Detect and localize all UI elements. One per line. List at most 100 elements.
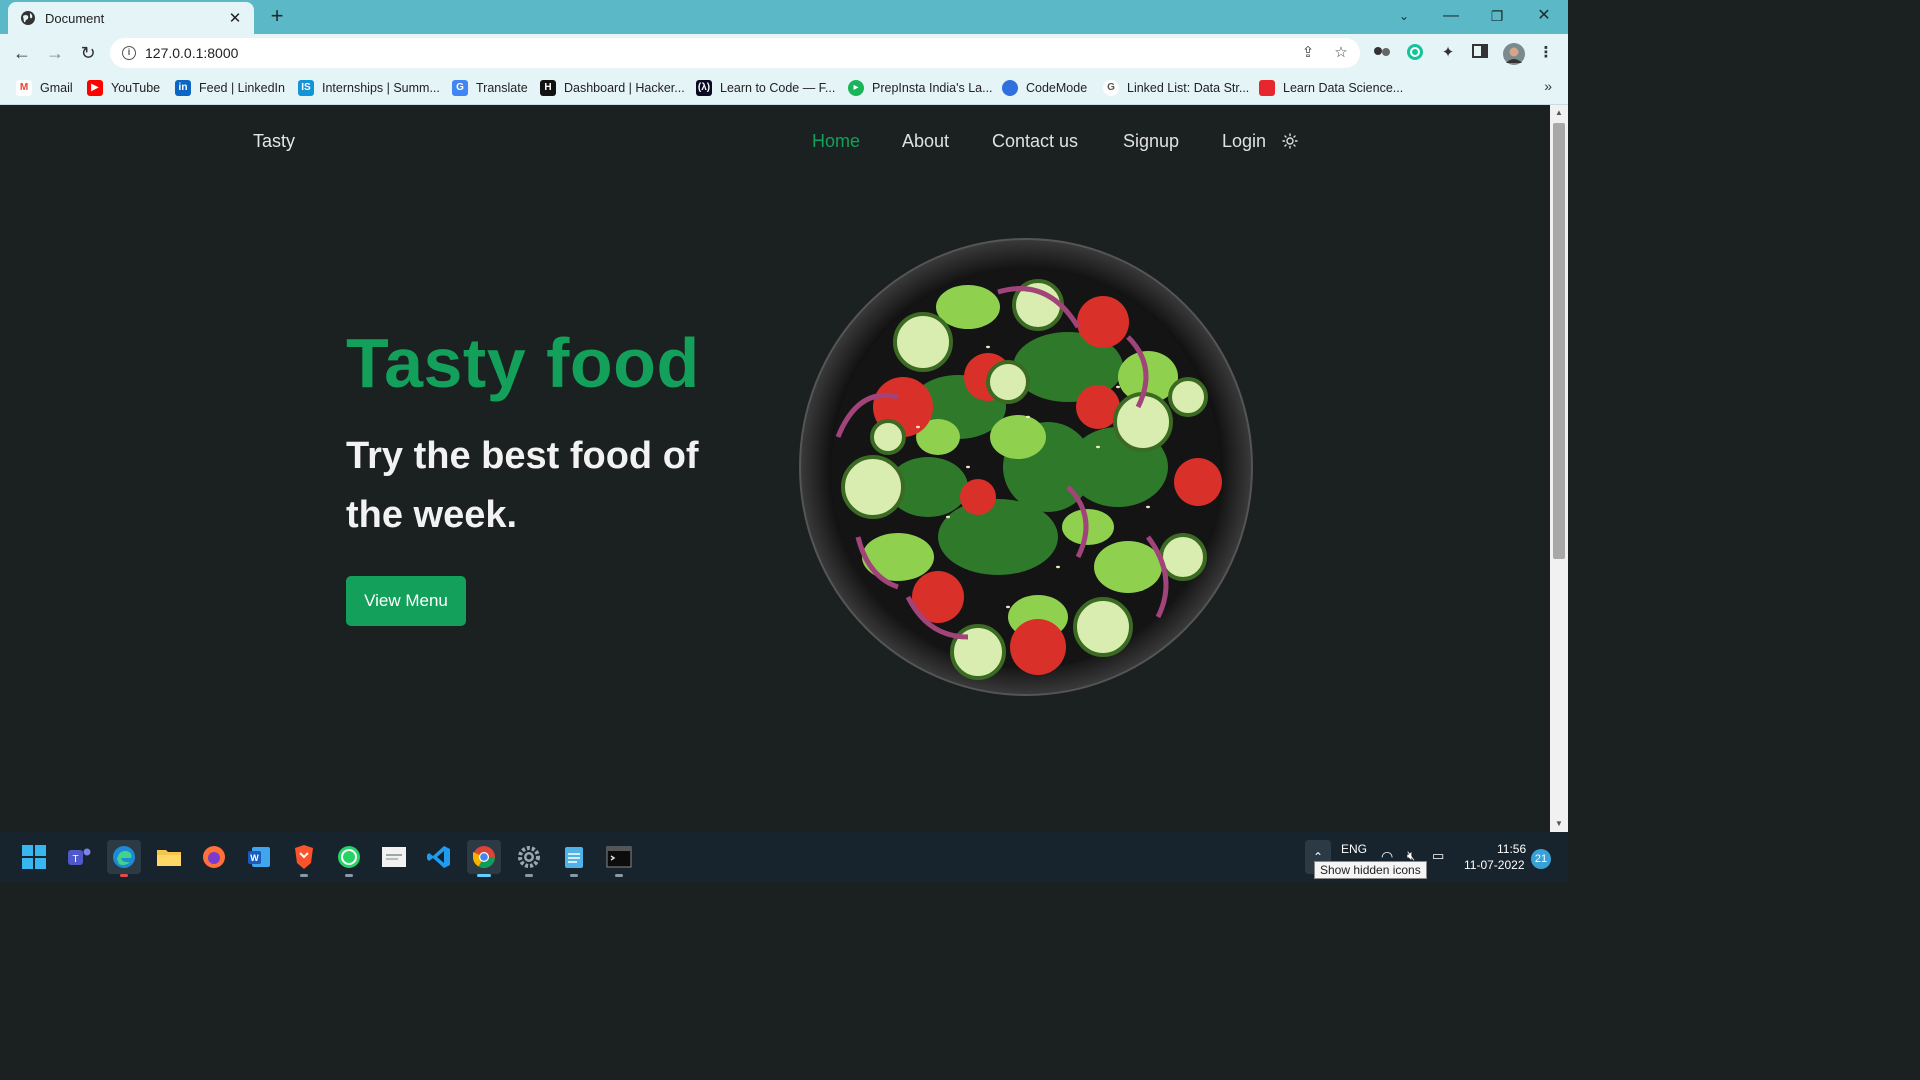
windows-start-icon[interactable] (17, 840, 51, 874)
tab-search-chevron-icon[interactable]: ⌄ (1389, 4, 1419, 28)
minimize-icon[interactable]: — (1436, 4, 1466, 28)
bookmark-prepinsta[interactable]: ▸ PrepInsta India's La... (848, 78, 993, 98)
teams-logo: T (68, 848, 91, 865)
bookmark-label: Learn Data Science... (1283, 81, 1404, 95)
grammarly-icon[interactable] (1405, 43, 1425, 63)
salad-bowl-image (799, 238, 1253, 696)
bookmark-star-icon[interactable]: ☆ (1331, 43, 1351, 63)
grammarly-logo (1407, 44, 1423, 60)
bookmark-freecodecamp[interactable]: (λ) Learn to Code — F... (696, 78, 835, 98)
profile-avatar[interactable] (1503, 43, 1525, 65)
web-page: Tasty Home About Contact us Signup Login… (0, 105, 1550, 832)
whatsapp-icon[interactable] (332, 840, 366, 877)
google-icon: G (1103, 80, 1119, 96)
site-logo[interactable]: Tasty (253, 131, 295, 152)
bookmark-label: YouTube (111, 81, 161, 95)
gmail-icon: M (16, 80, 32, 96)
file-explorer-icon[interactable] (152, 840, 186, 874)
linkedin-icon: in (175, 80, 191, 96)
site-info-icon[interactable]: i (122, 46, 136, 60)
menu-kebab-icon[interactable]: ⋮ (1536, 43, 1556, 63)
window-close-icon[interactable]: ✕ (1529, 4, 1559, 28)
folder-logo (157, 850, 181, 866)
share-icon[interactable]: ⇪ (1298, 43, 1318, 63)
clock-time[interactable]: 11:56 (1497, 842, 1526, 856)
extension-icon[interactable] (1372, 43, 1392, 63)
notification-count-badge[interactable]: 21 (1531, 849, 1551, 869)
firefox-icon[interactable] (197, 840, 231, 874)
tab-document[interactable]: Document ✕ (8, 2, 254, 34)
document-thumbnail-logo (382, 847, 406, 867)
clock-date[interactable]: 11-07-2022 (1464, 858, 1525, 872)
nav-home[interactable]: Home (812, 131, 860, 152)
view-menu-button[interactable]: View Menu (346, 576, 466, 626)
teams-icon[interactable]: T (62, 840, 96, 874)
scroll-thumb[interactable] (1553, 123, 1565, 559)
url-input[interactable] (145, 43, 1245, 63)
restore-icon[interactable]: ❐ (1482, 4, 1512, 28)
hero-subtitle: Try the best food of the week. (346, 435, 699, 536)
word-logo: W (248, 847, 270, 867)
globe-icon (21, 11, 35, 25)
tab-close-icon[interactable]: ✕ (226, 9, 244, 27)
bookmark-label: Translate (476, 81, 528, 95)
bookmark-linkedin[interactable]: in Feed | LinkedIn (175, 78, 285, 98)
translate-icon: G (452, 80, 468, 96)
nav-contact[interactable]: Contact us (992, 131, 1078, 152)
theme-toggle-sun-icon[interactable] (1282, 133, 1298, 149)
bookmark-translate[interactable]: G Translate (452, 78, 528, 98)
address-bar[interactable]: i ⇪ ☆ (110, 38, 1360, 68)
bookmark-hackerrank[interactable]: H Dashboard | Hacker... (540, 78, 685, 98)
brave-logo (295, 845, 313, 869)
page-scrollbar[interactable]: ▲ ▼ (1550, 105, 1568, 832)
freecodecamp-icon: (λ) (696, 80, 712, 96)
youtube-icon: ▶ (87, 80, 103, 96)
bookmark-linked-list[interactable]: G Linked List: Data Str... (1103, 78, 1249, 98)
terminal-logo (606, 846, 632, 868)
forward-icon[interactable]: → (43, 42, 67, 66)
document-thumbnail-icon[interactable] (377, 840, 411, 874)
bookmark-codemode[interactable]: CodeMode (1002, 78, 1087, 98)
datascience-icon (1259, 80, 1275, 96)
bookmark-label: Feed | LinkedIn (199, 81, 285, 95)
bookmark-gmail[interactable]: M Gmail (16, 78, 73, 98)
battery-icon[interactable]: ▭ (1432, 848, 1444, 864)
nav-signup[interactable]: Signup (1123, 131, 1179, 152)
vscode-icon[interactable] (422, 840, 456, 874)
svg-text:T: T (72, 854, 78, 865)
bookmark-internshala[interactable]: IS Internships | Summ... (298, 78, 440, 98)
tab-title: Document (45, 10, 105, 26)
prepinsta-icon: ▸ (848, 80, 864, 96)
reload-icon[interactable]: ↻ (76, 42, 100, 66)
bookmark-label: Gmail (40, 81, 73, 95)
notepad-icon[interactable] (557, 840, 591, 877)
tab-bar: Document ✕ + ⌄ — ❐ ✕ (0, 0, 1568, 34)
back-icon[interactable]: ← (10, 42, 34, 66)
bookmark-label: PrepInsta India's La... (872, 81, 993, 95)
terminal-icon[interactable] (602, 840, 636, 877)
bookmarks-overflow-icon[interactable]: » (1544, 78, 1552, 94)
svg-text:W: W (250, 853, 259, 863)
bookmark-label: Learn to Code — F... (720, 81, 836, 95)
edge-icon[interactable] (107, 840, 141, 877)
scroll-up-icon[interactable]: ▲ (1550, 105, 1568, 121)
side-panel-icon[interactable] (1470, 43, 1490, 63)
chrome-icon[interactable] (467, 840, 501, 877)
chrome-logo (473, 846, 495, 868)
scroll-down-icon[interactable]: ▼ (1550, 816, 1568, 832)
avatar-image (1503, 43, 1525, 65)
codemode-icon (1002, 80, 1018, 96)
word-icon[interactable]: W (242, 840, 276, 874)
language-indicator[interactable]: ENG (1341, 842, 1367, 856)
bookmark-data-science[interactable]: Learn Data Science... (1259, 78, 1403, 98)
vscode-logo (427, 846, 450, 868)
settings-icon[interactable] (512, 840, 546, 877)
glasses-icon (1374, 47, 1390, 56)
bookmark-youtube[interactable]: ▶ YouTube (87, 78, 160, 98)
new-tab-icon[interactable]: + (264, 4, 290, 30)
extensions-puzzle-icon[interactable]: ✦ (1438, 43, 1458, 63)
nav-about[interactable]: About (902, 131, 949, 152)
nav-login[interactable]: Login (1222, 131, 1266, 152)
windows-logo (22, 845, 46, 869)
brave-icon[interactable] (287, 840, 321, 877)
